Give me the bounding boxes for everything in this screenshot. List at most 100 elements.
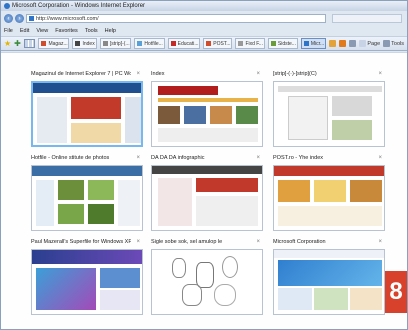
quick-tab-thumbnail-3[interactable]: [strip]-(·)-[strip](C) ×	[273, 71, 385, 147]
browser-window: Microsoft Corporation - Windows Internet…	[0, 0, 408, 330]
print-button[interactable]	[349, 40, 357, 47]
thumbnail-title: POST.ro - Yhe index	[273, 155, 324, 161]
title-bar: Microsoft Corporation - Windows Internet…	[1, 1, 407, 11]
window-title: Microsoft Corporation - Windows Internet…	[12, 3, 146, 9]
menu-tools[interactable]: Tools	[85, 28, 98, 34]
close-icon[interactable]: ×	[378, 155, 382, 161]
menu-edit[interactable]: Edit	[20, 28, 29, 34]
tab-favicon-icon	[170, 41, 176, 46]
close-icon[interactable]: ×	[136, 155, 140, 161]
printer-icon	[349, 40, 357, 47]
tab-6[interactable]: POST...	[203, 38, 233, 49]
tab-favicon-icon	[206, 41, 212, 46]
close-icon[interactable]: ×	[136, 71, 140, 77]
page-preview	[31, 165, 143, 231]
menu-file[interactable]: File	[4, 28, 13, 34]
page-number-badge: 8	[385, 271, 407, 313]
close-icon[interactable]: ×	[256, 71, 260, 77]
tab-label: Micr...	[310, 40, 325, 47]
tools-menu-button[interactable]: Tools	[383, 40, 404, 47]
quick-tab-thumbnail-8[interactable]: Sigle sobe sok, sel amulop le ×	[151, 239, 263, 315]
thumbnail-title: Magazinul de Internet Explorer 7 | PC Wo…	[31, 71, 131, 77]
url-text: http://www.microsoft.com/	[36, 15, 99, 22]
url-field[interactable]: http://www.microsoft.com/	[26, 14, 326, 23]
tab-3[interactable]: [strip]-(...	[99, 38, 132, 49]
tab-label: Hotfile...	[144, 40, 163, 47]
tab-label: [strip]-(...	[109, 40, 130, 47]
page-preview	[31, 81, 143, 147]
tab-1[interactable]: Magaz...	[38, 38, 70, 49]
page-preview	[151, 81, 263, 147]
search-box[interactable]	[332, 14, 402, 23]
tab-label: Magaz...	[48, 40, 68, 47]
close-icon[interactable]: ×	[256, 239, 260, 245]
menu-bar: File Edit View Favorites Tools Help	[1, 26, 407, 35]
tab-bar: ★ ✚ Magaz... Index [strip]-(... Hotfile.…	[1, 36, 407, 51]
quick-tab-thumbnail-6[interactable]: POST.ro - Yhe index ×	[273, 155, 385, 231]
tab-label: Educati...	[177, 40, 199, 47]
tab-favicon-icon	[102, 41, 108, 46]
quick-tabs-grid: Magazinul de Internet Explorer 7 | PC Wo…	[1, 52, 407, 329]
thumbnail-title: [strip]-(·)-[strip](C)	[273, 71, 317, 77]
tab-9[interactable]: Micr...	[300, 38, 327, 49]
quick-tabs-icon[interactable]	[23, 39, 36, 48]
tab-favicon-icon	[238, 41, 244, 46]
page-icon	[359, 40, 367, 47]
tab-label: Sidste...	[277, 40, 296, 47]
page-preview	[151, 165, 263, 231]
tab-favicon-icon	[75, 41, 81, 46]
add-favorite-icon[interactable]: ✚	[14, 39, 21, 48]
tools-menu-label: Tools	[391, 40, 405, 47]
quick-tab-thumbnail-5[interactable]: DA DA DA infographic ×	[151, 155, 263, 231]
close-icon[interactable]: ×	[256, 155, 260, 161]
thumbnail-title: Sigle sobe sok, sel amulop le	[151, 239, 223, 245]
quick-tab-thumbnail-7[interactable]: Paul Mazerall's Superfile for Windows XP…	[31, 239, 143, 315]
quick-tab-thumbnail-2[interactable]: Index ×	[151, 71, 263, 147]
quick-tab-thumbnail-1[interactable]: Magazinul de Internet Explorer 7 | PC Wo…	[31, 71, 143, 147]
tab-4[interactable]: Hotfile...	[134, 38, 165, 49]
page-preview	[273, 165, 385, 231]
tab-label: POST...	[213, 40, 231, 47]
page-preview	[273, 81, 385, 147]
tab-favicon-icon	[137, 41, 143, 46]
forward-button[interactable]: ›	[15, 14, 24, 23]
tab-7[interactable]: Fixd F...	[235, 38, 265, 49]
favorites-star-icon[interactable]: ★	[4, 39, 11, 48]
page-preview	[151, 249, 263, 315]
thumbnail-title: Hotfile - Online stitute de photos	[31, 155, 110, 161]
page-menu-label: Page	[367, 40, 381, 47]
close-icon[interactable]: ×	[136, 239, 140, 245]
quick-tab-thumbnail-4[interactable]: Hotfile - Online stitute de photos ×	[31, 155, 143, 231]
close-icon[interactable]: ×	[378, 71, 382, 77]
menu-help[interactable]: Help	[105, 28, 116, 34]
tab-label: Fixd F...	[245, 40, 263, 47]
feeds-button[interactable]	[339, 40, 347, 47]
home-button[interactable]	[329, 40, 337, 47]
tab-label: Index	[82, 40, 95, 47]
gear-icon	[383, 40, 391, 47]
tab-5[interactable]: Educati...	[167, 38, 201, 49]
menu-view[interactable]: View	[36, 28, 48, 34]
command-bar: Page Tools	[329, 40, 407, 47]
thumbnail-title: Paul Mazerall's Superfile for Windows XP…	[31, 239, 131, 245]
quick-tab-thumbnail-9[interactable]: Microsoft Corporation ×	[273, 239, 385, 315]
rss-icon	[339, 40, 347, 47]
tab-favicon-icon	[303, 41, 309, 46]
thumbnail-title: Microsoft Corporation	[273, 239, 326, 245]
page-preview	[273, 249, 385, 315]
tab-favicon-icon	[41, 41, 47, 46]
close-icon[interactable]: ×	[378, 239, 382, 245]
menu-favorites[interactable]: Favorites	[55, 28, 78, 34]
page-menu-button[interactable]: Page	[359, 40, 380, 47]
page-preview	[31, 249, 143, 315]
favicon-icon	[29, 16, 34, 21]
thumbnail-title: Index	[151, 71, 165, 77]
tab-8[interactable]: Sidste...	[267, 38, 298, 49]
thumbnail-title: DA DA DA infographic	[151, 155, 205, 161]
ie-logo-icon	[4, 3, 10, 9]
back-button[interactable]: ‹	[4, 14, 13, 23]
tab-2[interactable]: Index	[72, 38, 97, 49]
home-icon	[329, 40, 337, 47]
address-bar: ‹ › http://www.microsoft.com/	[1, 12, 407, 25]
tab-favicon-icon	[270, 41, 276, 46]
